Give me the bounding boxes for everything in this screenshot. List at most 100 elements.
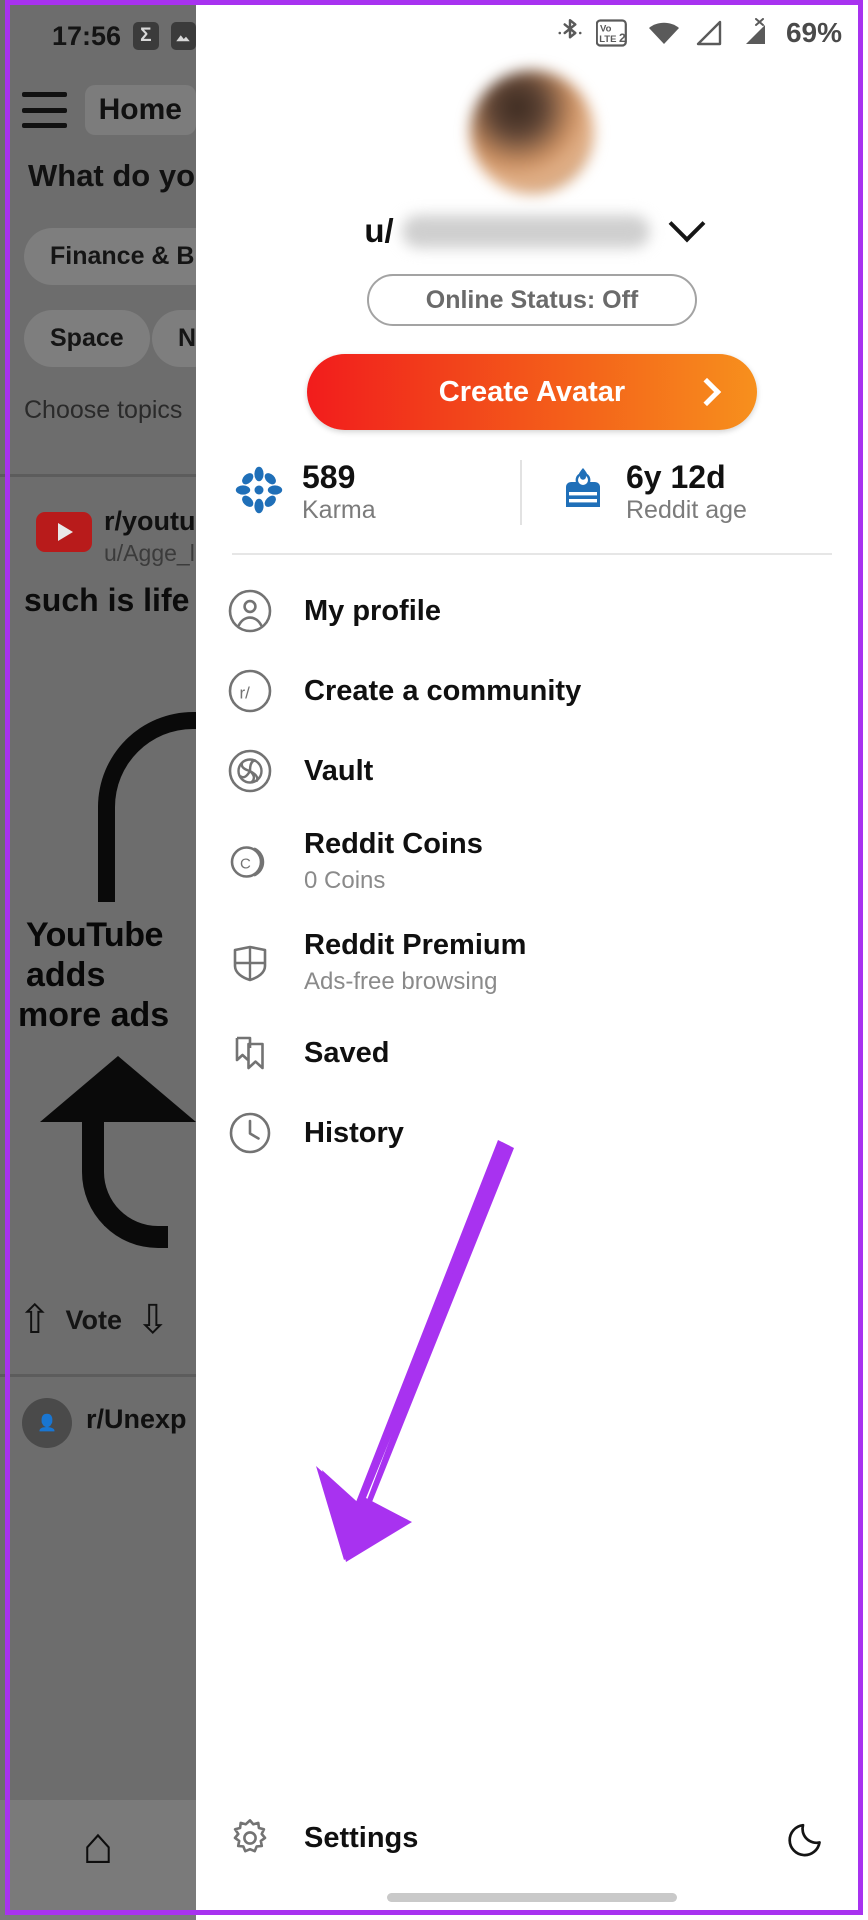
menu-item-create-a-community[interactable]: r/ Create a community — [196, 651, 868, 731]
feed-question: What do yo — [28, 158, 196, 193]
create-avatar-container: Create Avatar — [196, 354, 868, 430]
chevron-down-icon[interactable] — [668, 205, 706, 243]
upvote-icon[interactable]: ⇧ — [18, 1300, 52, 1340]
gear-icon — [226, 1814, 274, 1862]
karma-flower-icon — [234, 465, 284, 520]
menu-item-label: Vault — [304, 754, 374, 787]
post-title: such is life — [24, 582, 190, 618]
clock-icon — [226, 1109, 274, 1157]
menu-item-reddit-coins[interactable]: C Reddit Coins 0 Coins — [196, 811, 868, 912]
divider — [232, 553, 832, 556]
topic-chip[interactable]: Finance & Bu — [24, 228, 196, 285]
status-bar: Vo LTE 2 69% — [196, 0, 868, 66]
home-icon[interactable]: ⌂ — [82, 1820, 113, 1872]
username-redacted — [401, 214, 650, 248]
home-tab-label[interactable]: Home — [84, 85, 196, 135]
menu-item-label: History — [304, 1116, 404, 1149]
svg-text:C: C — [240, 855, 251, 872]
meme-text-line: more ads — [18, 996, 170, 1034]
svg-text:LTE: LTE — [599, 34, 616, 45]
menu-item-saved[interactable]: Saved — [196, 1013, 868, 1093]
shield-icon — [226, 939, 274, 987]
svg-text:Vo: Vo — [600, 24, 612, 35]
account-drawer: Vo LTE 2 69% u/ Online Status: Off Creat… — [196, 0, 868, 1920]
drawer-menu: My profile r/ Create a community Vault C… — [196, 571, 868, 1173]
menu-item-history[interactable]: History — [196, 1093, 868, 1173]
coins-icon: C — [226, 838, 274, 886]
menu-item-label: Create a community — [304, 674, 582, 707]
background-status-bar: 17:56 Σ — [0, 14, 196, 58]
create-avatar-label: Create Avatar — [438, 375, 626, 408]
stats-row: 589 Karma 6y 12d Reddit age — [196, 459, 868, 526]
username-prefix: u/ — [364, 212, 394, 249]
vote-control[interactable]: ⇧ Vote ⇩ — [18, 1300, 170, 1340]
battery-percentage: 69% — [785, 17, 842, 48]
moon-icon[interactable] — [786, 1815, 832, 1861]
meme-curve-decoration — [98, 712, 196, 902]
menu-item-sublabel: 0 Coins — [304, 867, 386, 895]
home-indicator-container — [196, 1893, 868, 1920]
drawer-spacer — [196, 1173, 868, 1783]
menu-item-label: Reddit Premium — [304, 929, 527, 962]
vote-label: Vote — [65, 1304, 123, 1335]
cake-icon — [558, 467, 608, 518]
settings-label: Settings — [304, 1821, 419, 1854]
avatar[interactable] — [470, 70, 594, 194]
stat-reddit-age[interactable]: 6y 12d Reddit age — [520, 459, 844, 526]
karma-label: Karma — [302, 495, 376, 524]
reddit-age-label: Reddit age — [626, 495, 747, 524]
screen-root: 17:56 Σ Home What do yo Finance & Bu Spa… — [0, 0, 868, 1920]
reddit-age-value: 6y 12d — [626, 459, 726, 495]
avatar: 👤 — [22, 1398, 72, 1448]
meme-text-line: adds — [26, 956, 106, 994]
menu-item-label: Saved — [304, 1036, 390, 1069]
menu-item-reddit-premium[interactable]: Reddit Premium Ads-free browsing — [196, 912, 868, 1013]
menu-item-label: Reddit Coins — [304, 828, 483, 861]
bottom-nav-bar: ⌂ — [0, 1800, 196, 1920]
svg-text:r/: r/ — [240, 684, 251, 703]
youtube-logo-icon — [36, 512, 92, 552]
downvote-icon[interactable]: ⇩ — [136, 1300, 170, 1340]
post-author[interactable]: u/Agge_l — [104, 540, 195, 567]
menu-item-my-profile[interactable]: My profile — [196, 571, 868, 651]
post-subreddit[interactable]: r/Unexp — [86, 1404, 187, 1435]
feed-divider-2 — [0, 1374, 196, 1377]
wifi-icon — [647, 19, 681, 47]
stat-karma[interactable]: 589 Karma — [220, 459, 520, 525]
topic-chip[interactable]: N — [152, 310, 196, 367]
menu-item-sublabel: Ads-free browsing — [304, 968, 498, 996]
chevron-right-icon — [692, 377, 722, 407]
online-status-button[interactable]: Online Status: Off — [367, 274, 697, 326]
karma-value: 589 — [302, 459, 356, 495]
subreddit-icon: r/ — [226, 667, 274, 715]
volte2-icon: Vo LTE 2 — [595, 18, 634, 48]
topic-chip[interactable]: Space — [24, 310, 150, 367]
signal2-nosim-icon — [737, 18, 771, 48]
avatar-container — [196, 70, 868, 194]
gallery-icon — [170, 22, 196, 50]
choose-topics-label: Choose topics — [24, 396, 183, 424]
online-status-container: Online Status: Off — [196, 274, 868, 326]
bookmark-icon — [226, 1029, 274, 1077]
background-top-bar: Home — [0, 78, 196, 142]
svg-text:2: 2 — [619, 31, 626, 45]
profile-icon — [226, 587, 274, 635]
hamburger-menu-icon[interactable] — [22, 92, 67, 128]
meme-text-line: YouTube — [26, 916, 163, 954]
username-row[interactable]: u/ — [196, 205, 868, 250]
meme-arrow-icon — [40, 1056, 196, 1122]
create-avatar-button[interactable]: Create Avatar — [307, 354, 757, 430]
bluetooth-icon — [557, 17, 583, 49]
menu-item-label: My profile — [304, 594, 441, 627]
clock-text: 17:56 — [52, 20, 122, 51]
vault-icon — [226, 747, 274, 795]
menu-item-vault[interactable]: Vault — [196, 731, 868, 811]
settings-row[interactable]: Settings — [196, 1783, 868, 1893]
feed-divider — [0, 474, 196, 477]
post-subreddit[interactable]: r/youtub — [104, 506, 196, 537]
home-indicator — [387, 1893, 677, 1902]
meme-arrow-stem — [82, 1118, 168, 1248]
background-feed: 17:56 Σ Home What do yo Finance & Bu Spa… — [0, 0, 196, 1920]
sigma-app-icon: Σ — [133, 22, 159, 50]
signal1-icon — [694, 18, 724, 48]
